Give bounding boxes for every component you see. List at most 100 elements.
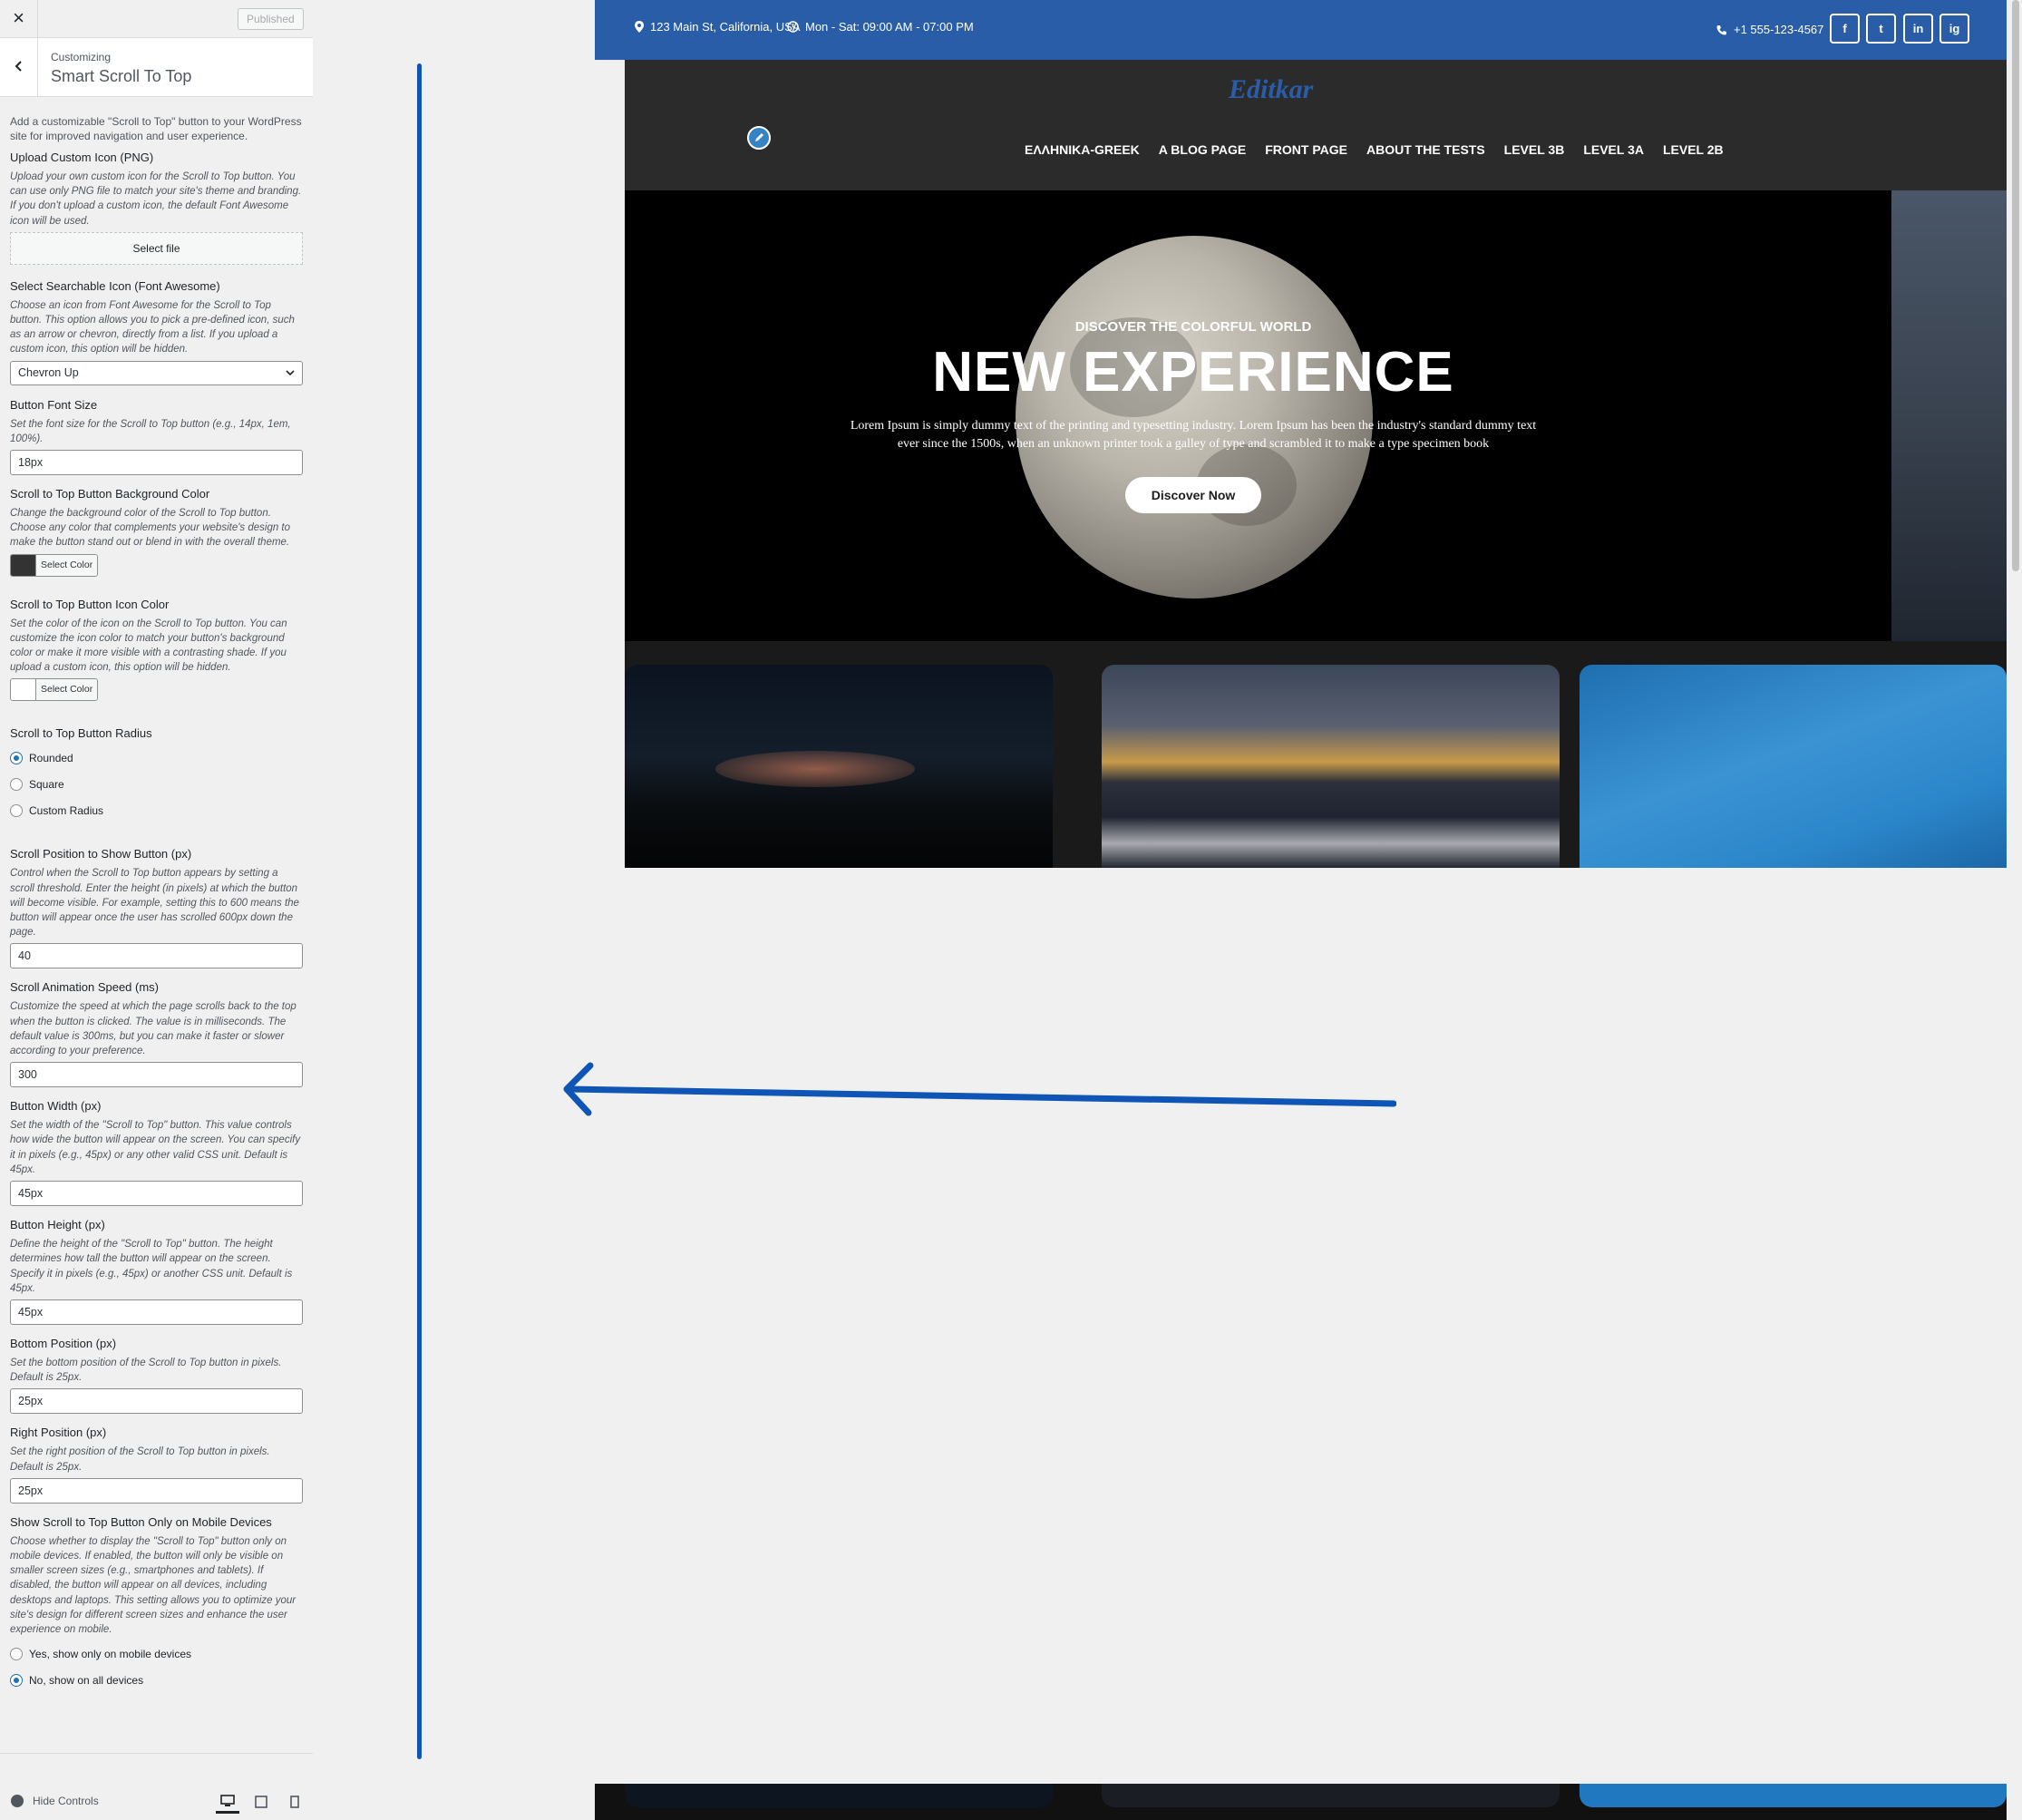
chevron-down-icon: [286, 370, 295, 375]
radio-unchecked[interactable]: [10, 1647, 23, 1660]
animation-speed-input[interactable]: 300: [10, 1062, 303, 1088]
main-navigation: ΕΛΛΗΝΙΚΑ-GREEK A BLOG PAGE FRONT PAGE AB…: [1025, 142, 1724, 157]
scroll-position-title: Scroll Position to Show Button (px): [10, 847, 192, 861]
radio-unchecked[interactable]: [10, 803, 23, 817]
panel-header: Customizing Smart Scroll To Top: [0, 38, 313, 97]
scroll-position-desc: Control when the Scroll to Top button ap…: [10, 868, 299, 939]
twitter-icon[interactable]: t: [1866, 14, 1896, 44]
button-width-input[interactable]: 45px: [10, 1181, 303, 1207]
mobile-only-title: Show Scroll to Top Button Only on Mobile…: [10, 1514, 272, 1529]
map-pin-icon: [635, 21, 644, 33]
button-height-title: Button Height (px): [10, 1218, 105, 1232]
annotation-vertical-line: [417, 63, 422, 1759]
radius-option-rounded[interactable]: Rounded: [10, 748, 303, 767]
edit-shortcut-icon[interactable]: [747, 126, 771, 150]
bg-color-picker[interactable]: Select Color: [10, 553, 99, 577]
instagram-icon[interactable]: ig: [1939, 14, 1969, 44]
next-slide-preview[interactable]: [1891, 190, 2007, 641]
font-size-input[interactable]: 18px: [10, 450, 303, 476]
bottom-card: [1102, 1784, 1560, 1807]
close-customizer-button[interactable]: ×: [0, 0, 38, 37]
radius-option-label: Square: [29, 777, 64, 791]
page-bottom-strip: [595, 1784, 2007, 1820]
sunset-card[interactable]: [1102, 665, 1560, 868]
nav-item-about-tests[interactable]: ABOUT THE TESTS: [1366, 142, 1485, 157]
preview-tablet-button[interactable]: [249, 1790, 273, 1814]
linkedin-icon[interactable]: in: [1903, 14, 1933, 44]
button-height-desc: Define the height of the "Scroll to Top"…: [10, 1239, 293, 1294]
nav-item-blog[interactable]: A BLOG PAGE: [1159, 142, 1246, 157]
nav-item-level-2b[interactable]: LEVEL 2B: [1663, 142, 1724, 157]
radius-option-custom[interactable]: Custom Radius: [10, 801, 303, 820]
searchable-icon-desc: Choose an icon from Font Awesome for the…: [10, 299, 295, 355]
mobile-option-label: No, show on all devices: [29, 1673, 144, 1687]
night-sky-card[interactable]: [625, 665, 1053, 868]
button-width-desc: Set the width of the "Scroll to Top" but…: [10, 1120, 301, 1175]
preview-mobile-button[interactable]: [283, 1790, 306, 1814]
hide-controls-label: Hide Controls: [33, 1795, 99, 1807]
panel-intro: Add a customizable "Scroll to Top" butto…: [10, 115, 302, 142]
radius-title: Scroll to Top Button Radius: [10, 726, 152, 741]
button-width-title: Button Width (px): [10, 1099, 102, 1114]
icon-color-button-label: Select Color: [36, 679, 98, 701]
nav-item-level-3a[interactable]: LEVEL 3A: [1583, 142, 1644, 157]
hero-slider: DISCOVER THE COLORFUL WORLD NEW EXPERIEN…: [625, 190, 2007, 641]
tablet-icon: [255, 1796, 267, 1808]
rain-water-card[interactable]: [1580, 665, 2007, 868]
radio-checked[interactable]: [10, 751, 23, 764]
mobile-only-desc: Choose whether to display the "Scroll to…: [10, 1535, 296, 1635]
upload-icon-desc: Upload your own custom icon for the Scro…: [10, 171, 302, 227]
nav-item-greek[interactable]: ΕΛΛΗΝΙΚΑ-GREEK: [1025, 142, 1140, 157]
nav-item-level-3b[interactable]: LEVEL 3B: [1504, 142, 1565, 157]
customizer-footer: Hide Controls: [0, 1753, 313, 1820]
mobile-option-no[interactable]: No, show on all devices: [10, 1670, 303, 1689]
nav-item-front-page[interactable]: FRONT PAGE: [1265, 142, 1347, 157]
icon-color-swatch: [11, 679, 36, 701]
bottom-position-title: Bottom Position (px): [10, 1336, 117, 1350]
annotation-arrow-left: [563, 1062, 1396, 1116]
radius-option-label: Rounded: [29, 751, 73, 764]
back-button[interactable]: [0, 38, 38, 96]
bottom-card: [1580, 1784, 2007, 1807]
collapse-icon: [11, 1795, 24, 1807]
mobile-icon: [290, 1796, 299, 1808]
upload-icon-title: Upload Custom Icon (PNG): [10, 151, 154, 164]
scrollbar-thumb[interactable]: [2012, 0, 2019, 571]
preview-scrollbar[interactable]: [2009, 0, 2022, 1820]
radio-checked[interactable]: [10, 1673, 23, 1687]
bottom-position-desc: Set the bottom position of the Scroll to…: [10, 1357, 282, 1384]
publish-button[interactable]: Published: [238, 8, 304, 30]
bg-color-desc: Change the background color of the Scrol…: [10, 508, 291, 549]
bottom-card: [625, 1784, 1053, 1807]
scroll-position-input[interactable]: 40: [10, 943, 303, 969]
icon-color-picker[interactable]: Select Color: [10, 678, 99, 702]
right-position-input[interactable]: 25px: [10, 1477, 303, 1504]
desktop-icon: [220, 1794, 235, 1806]
discover-now-button[interactable]: Discover Now: [1125, 477, 1261, 513]
radius-option-square[interactable]: Square: [10, 774, 303, 793]
bg-color-button-label: Select Color: [36, 554, 98, 576]
button-height-input[interactable]: 45px: [10, 1299, 303, 1325]
animation-speed-desc: Customize the speed at which the page sc…: [10, 1001, 296, 1057]
customizer-sidebar: × Published Customizing Smart Scroll To …: [0, 0, 313, 1820]
select-file-button[interactable]: Select file: [10, 231, 303, 265]
preview-desktop-button[interactable]: [216, 1790, 239, 1814]
site-topbar: 123 Main St, California, USA Mon - Sat: …: [595, 0, 2007, 60]
radio-unchecked[interactable]: [10, 777, 23, 791]
searchable-icon-title: Select Searchable Icon (Font Awesome): [10, 278, 220, 293]
site-header: Editkar ΕΛΛΗΝΙΚΑ-GREEK A BLOG PAGE FRONT…: [625, 60, 2007, 190]
phone-icon: [1716, 24, 1726, 34]
topbar-hours: Mon - Sat: 09:00 AM - 07:00 PM: [787, 20, 974, 34]
icon-select[interactable]: Chevron Up: [10, 360, 303, 385]
facebook-icon[interactable]: f: [1830, 14, 1860, 44]
hero-title: NEW EXPERIENCE: [932, 341, 1454, 404]
mobile-option-yes[interactable]: Yes, show only on mobile devices: [10, 1644, 303, 1663]
bottom-position-input[interactable]: 25px: [10, 1388, 303, 1415]
topbar-phone[interactable]: +1 555-123-4567: [1716, 23, 1823, 36]
site-preview: 123 Main St, California, USA Mon - Sat: …: [595, 0, 2022, 1820]
hours-text: Mon - Sat: 09:00 AM - 07:00 PM: [805, 20, 974, 34]
hide-controls-button[interactable]: Hide Controls: [11, 1795, 99, 1807]
icon-select-value: Chevron Up: [18, 365, 79, 379]
panel-title: Smart Scroll To Top: [51, 67, 192, 85]
site-logo[interactable]: Editkar: [1229, 74, 1313, 105]
